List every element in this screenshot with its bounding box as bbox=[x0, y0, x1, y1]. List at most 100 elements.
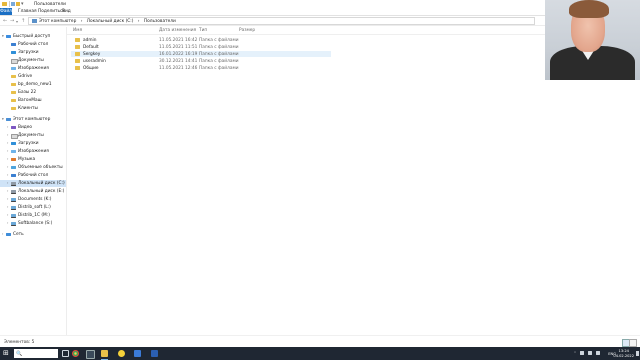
sidebar-item-label: Локальный диск (C:) bbox=[18, 181, 65, 186]
file-type: Папка с файлами bbox=[199, 44, 239, 50]
sidebar-item-bazy[interactable]: Базы 22 bbox=[0, 89, 66, 96]
sidebar-item-videos[interactable]: › Видео bbox=[0, 124, 66, 131]
sidebar-item-pc-desktop[interactable]: › Рабочий стол bbox=[0, 172, 66, 179]
sidebar-item-desktop[interactable]: Рабочий стол bbox=[0, 41, 66, 48]
column-header-type[interactable]: Тип bbox=[199, 28, 207, 33]
volume-icon[interactable] bbox=[588, 351, 592, 355]
sidebar-item-this-pc[interactable]: ▾ Этот компьютер bbox=[0, 116, 66, 123]
column-header-size[interactable]: Размер bbox=[239, 28, 255, 33]
chevron-right-icon[interactable]: › bbox=[7, 133, 8, 137]
sidebar-item-pc-documents[interactable]: › Документы bbox=[0, 132, 66, 139]
app-icon[interactable] bbox=[134, 350, 141, 357]
tiles-view-icon[interactable] bbox=[629, 339, 637, 347]
sidebar-item-clients[interactable]: Клиенты bbox=[0, 105, 66, 112]
network-icon[interactable] bbox=[580, 351, 584, 355]
sidebar-item-label: Быстрый доступ bbox=[13, 34, 51, 39]
battery-icon[interactable] bbox=[596, 351, 600, 355]
chrome-icon[interactable] bbox=[72, 350, 79, 357]
sidebar-item-quick-access[interactable]: ▾ Быстрый доступ bbox=[0, 33, 66, 40]
sidebar-item-pictures[interactable]: Изображения bbox=[0, 65, 66, 72]
terminal-icon[interactable] bbox=[86, 350, 95, 359]
chevron-down-icon[interactable]: ▾ bbox=[2, 117, 4, 121]
sidebar-item-3d-objects[interactable]: › Объемные объекты bbox=[0, 164, 66, 171]
star-icon bbox=[6, 34, 11, 38]
chevron-right-icon[interactable]: › bbox=[7, 205, 8, 209]
sidebar-item-gdrive[interactable]: Gdrive bbox=[0, 73, 66, 80]
sidebar-item-documents[interactable]: Документы bbox=[0, 57, 66, 64]
chevron-right-icon[interactable]: › bbox=[2, 232, 3, 236]
chevron-right-icon[interactable]: › bbox=[7, 141, 8, 145]
table-row[interactable]: Sergkey 16.01.2022 16:19 Папка с файлами bbox=[71, 50, 331, 57]
sidebar-item-drive-l[interactable]: › Distrib_soft (L:) bbox=[0, 204, 66, 211]
word-icon[interactable] bbox=[151, 350, 158, 357]
column-header-date[interactable]: Дата изменения bbox=[159, 28, 196, 33]
sidebar-item-downloads[interactable]: Загрузки bbox=[0, 49, 66, 56]
sidebar-item-bp-demo[interactable]: bp_demo_new1 bbox=[0, 81, 66, 88]
file-type: Папка с файлами bbox=[199, 51, 239, 57]
windows-start-icon[interactable]: ⊞ bbox=[3, 350, 10, 357]
sidebar-item-drive-c[interactable]: › Локальный диск (C:) bbox=[0, 180, 66, 187]
sidebar-item-drive-e[interactable]: › Локальный диск (E:) bbox=[0, 188, 66, 195]
folder-icon bbox=[11, 74, 16, 78]
breadcrumb-item[interactable]: Этот компьютер bbox=[39, 19, 76, 24]
sidebar-item-pc-pictures[interactable]: › Изображения bbox=[0, 148, 66, 155]
sidebar-item-label: Изображения bbox=[18, 66, 49, 71]
chevron-down-icon[interactable]: ▾ bbox=[21, 1, 24, 7]
notifications-icon[interactable] bbox=[636, 351, 639, 356]
back-arrow-icon[interactable]: ← bbox=[3, 18, 7, 24]
chevron-right-icon[interactable]: › bbox=[7, 173, 8, 177]
sidebar-item-label: Изображения bbox=[18, 149, 49, 154]
task-view-icon[interactable] bbox=[62, 350, 69, 357]
folder-icon bbox=[11, 106, 16, 110]
chevron-right-icon[interactable]: › bbox=[7, 213, 8, 217]
chevron-right-icon[interactable]: › bbox=[7, 221, 8, 225]
webcam-overlay bbox=[545, 0, 640, 80]
chevron-down-icon[interactable]: ▾ bbox=[2, 34, 4, 38]
tab-file[interactable]: Файл bbox=[0, 8, 12, 15]
chevron-right-icon[interactable]: › bbox=[7, 149, 8, 153]
sidebar-item-label: ВагонМаш bbox=[18, 98, 42, 103]
sidebar-item-label: Softbalance (S:) bbox=[18, 221, 53, 226]
forward-arrow-icon[interactable]: → bbox=[10, 18, 14, 24]
chevron-right-icon[interactable]: › bbox=[7, 125, 8, 129]
documents-icon bbox=[11, 133, 18, 139]
sidebar-item-vagonmash[interactable]: ВагонМаш bbox=[0, 97, 66, 104]
sidebar-item-music[interactable]: › Музыка bbox=[0, 156, 66, 163]
file-explorer-icon[interactable] bbox=[101, 350, 108, 360]
column-header-name[interactable]: Имя bbox=[73, 28, 82, 33]
chevron-up-icon[interactable]: ˄ bbox=[574, 351, 576, 356]
properties-icon[interactable] bbox=[11, 1, 15, 6]
chevron-right-icon[interactable]: › bbox=[7, 157, 8, 161]
search-input[interactable]: 🔍 bbox=[14, 349, 58, 358]
up-arrow-icon[interactable]: ↑ bbox=[21, 18, 25, 24]
1c-icon[interactable] bbox=[118, 350, 125, 357]
network-drive-icon bbox=[11, 221, 16, 226]
recent-chevron-icon[interactable]: ▾ bbox=[16, 19, 18, 24]
table-row[interactable]: admin 11.05.2021 16:42 Папка с файлами bbox=[71, 37, 331, 44]
clock[interactable]: 13:24 04.02.2022 bbox=[613, 349, 634, 358]
sidebar-item-drive-k[interactable]: › Documents (K:) bbox=[0, 196, 66, 203]
sidebar-item-drive-s[interactable]: › Softbalance (S:) bbox=[0, 220, 66, 227]
sidebar-item-pc-downloads[interactable]: › Загрузки bbox=[0, 140, 66, 147]
breadcrumb-item[interactable]: Локальный диск (C:) bbox=[87, 19, 134, 24]
sidebar-item-label: Этот компьютер bbox=[13, 117, 51, 122]
tab-view[interactable]: Вид bbox=[58, 8, 75, 15]
navigation-pane: ▾ Быстрый доступ Рабочий стол Загрузки Д… bbox=[0, 27, 67, 335]
network-drive-icon bbox=[11, 197, 16, 202]
table-row[interactable]: Общие 11.05.2021 12:46 Папка с файлами bbox=[71, 65, 331, 72]
breadcrumb[interactable]: Этот компьютер › Локальный диск (C:) › П… bbox=[28, 17, 535, 25]
chevron-right-icon[interactable]: › bbox=[7, 181, 8, 185]
chevron-right-icon[interactable]: › bbox=[7, 197, 8, 201]
table-row[interactable]: Default 11.05.2021 11:51 Папка с файлами bbox=[71, 44, 331, 51]
videos-icon bbox=[11, 125, 16, 129]
pictures-icon bbox=[11, 149, 16, 153]
sidebar-item-network[interactable]: › Сеть bbox=[0, 231, 66, 238]
table-row[interactable]: useradmin 30.12.2021 14:41 Папка с файла… bbox=[71, 58, 331, 65]
chevron-right-icon[interactable]: › bbox=[7, 165, 8, 169]
divider bbox=[67, 34, 545, 35]
sidebar-item-drive-m[interactable]: › Distrib_1C (M:) bbox=[0, 212, 66, 219]
new-folder-icon[interactable] bbox=[16, 1, 20, 6]
chevron-right-icon[interactable]: › bbox=[7, 189, 8, 193]
breadcrumb-item[interactable]: Пользователи bbox=[144, 19, 176, 24]
sidebar-item-label: Локальный диск (E:) bbox=[18, 189, 65, 194]
